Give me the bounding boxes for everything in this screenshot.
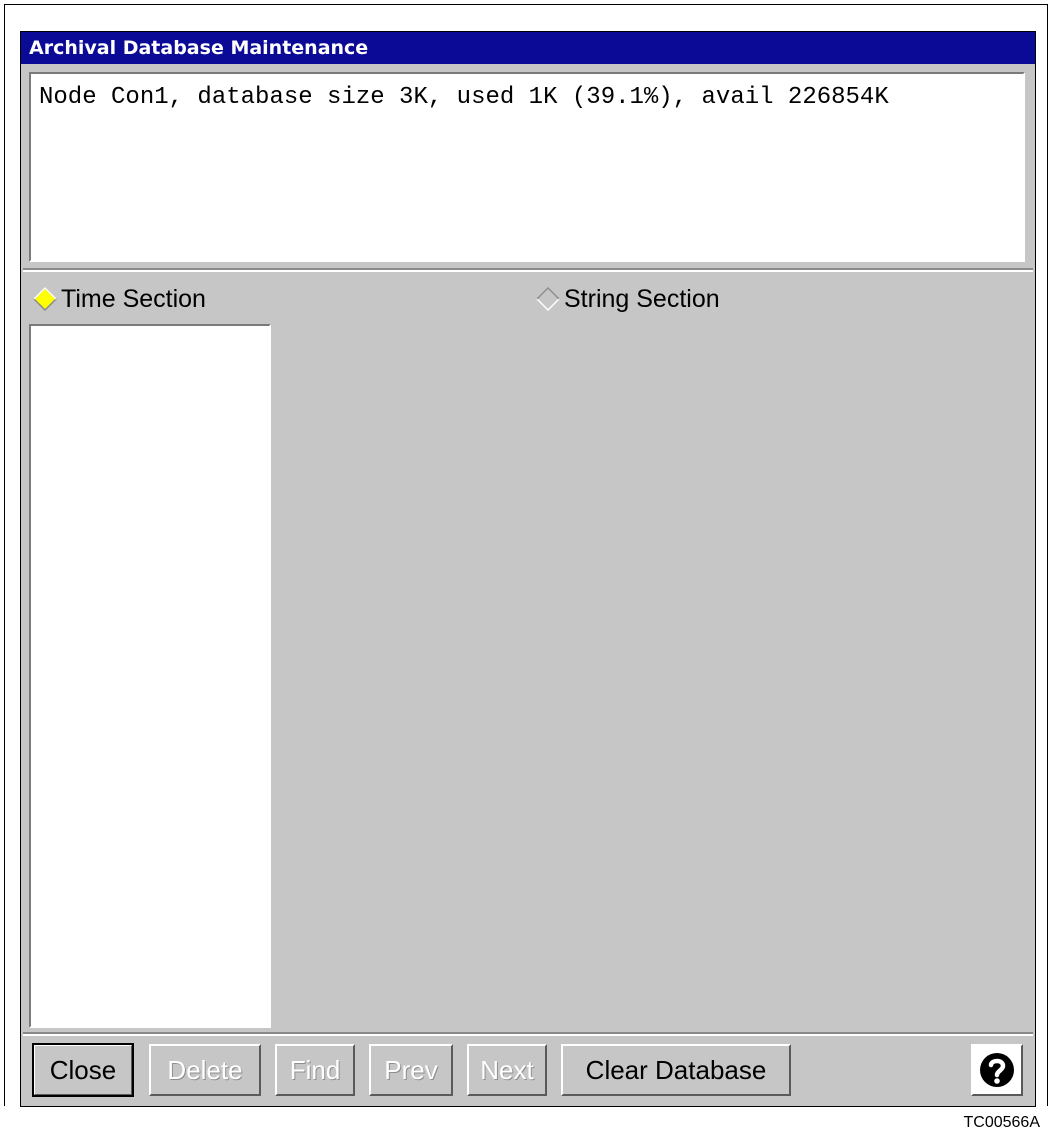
radio-time-label: Time Section [61, 284, 206, 313]
help-button[interactable] [971, 1044, 1023, 1096]
radio-string-label: String Section [564, 284, 720, 313]
section-divider-bottom [23, 1032, 1033, 1036]
section-divider-top [23, 268, 1033, 272]
help-icon [980, 1053, 1014, 1087]
status-message: Node Con1, database size 3K, used 1K (39… [39, 84, 889, 111]
next-button[interactable]: Next [467, 1044, 547, 1096]
radio-string-section[interactable]: String Section [536, 284, 720, 314]
window-title: Archival Database Maintenance [21, 32, 1035, 64]
delete-button[interactable]: Delete [149, 1044, 261, 1096]
status-message-box: Node Con1, database size 3K, used 1K (39… [29, 72, 1025, 262]
radio-time-section[interactable]: Time Section [33, 284, 206, 314]
radio-diamond-unselected-icon [536, 287, 560, 311]
close-button[interactable]: Close [32, 1043, 134, 1097]
prev-button[interactable]: Prev [369, 1044, 453, 1096]
find-button[interactable]: Find [275, 1044, 355, 1096]
radio-diamond-selected-icon [33, 287, 57, 311]
time-section-list[interactable] [29, 324, 271, 1028]
archival-db-maintenance-window: Archival Database Maintenance Node Con1,… [20, 31, 1036, 1107]
clear-database-button[interactable]: Clear Database [561, 1044, 791, 1096]
figure-caption: TC00566A [963, 1114, 1041, 1131]
